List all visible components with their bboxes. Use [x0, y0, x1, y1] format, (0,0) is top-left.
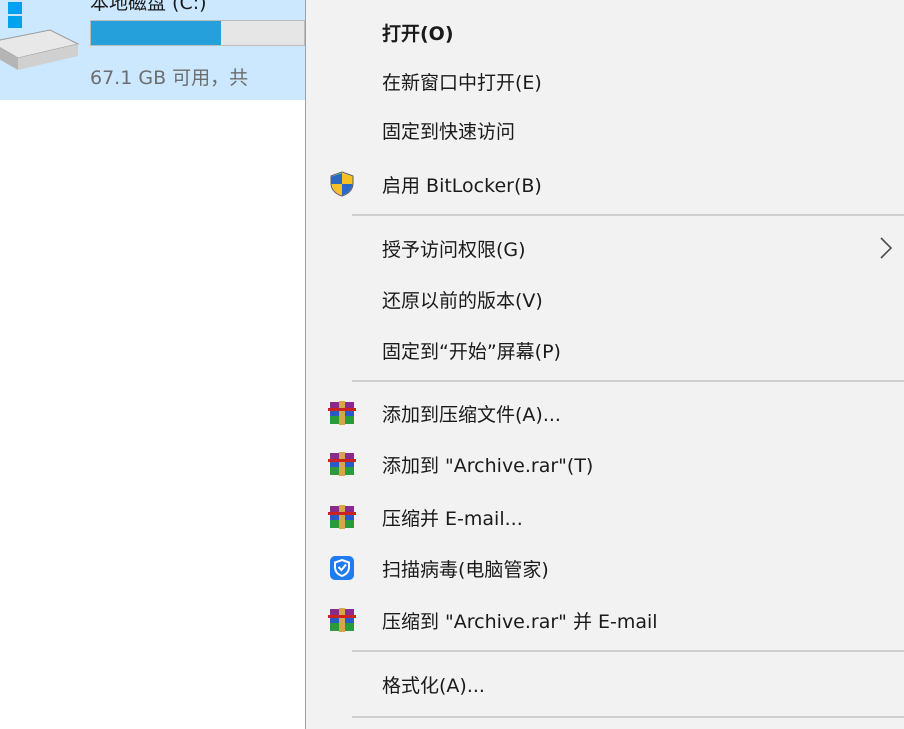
menu-item-label: 固定到快速访问 — [382, 120, 516, 143]
menu-item-label: 格式化(A)... — [382, 674, 485, 697]
drive-usage-fill — [91, 21, 221, 45]
chevron-right-icon — [880, 237, 893, 259]
winrar-icon — [328, 452, 356, 476]
menu-item-label: 添加到 "Archive.rar"(T) — [382, 454, 594, 477]
menu-item-label: 启用 BitLocker(B) — [382, 174, 542, 197]
menu-item-bitlocker[interactable]: 启用 BitLocker(B) — [306, 160, 904, 208]
context-menu: 打开(O) 在新窗口中打开(E) 固定到快速访问 启用 BitLocker(B)… — [305, 0, 904, 729]
menu-separator — [352, 716, 904, 718]
menu-item-pin-start[interactable]: 固定到“开始”屏幕(P) — [306, 326, 904, 374]
drive-name: 本地磁盘 (C:) — [90, 0, 207, 14]
menu-item-restore-previous[interactable]: 还原以前的版本(V) — [306, 275, 904, 323]
drive-usage-bar — [90, 20, 305, 46]
shield-icon — [330, 171, 354, 197]
menu-item-compress-email[interactable]: 压缩并 E-mail... — [306, 493, 904, 541]
winrar-icon — [328, 608, 356, 632]
menu-separator — [352, 380, 904, 382]
menu-item-pin-quick-access[interactable]: 固定到快速访问 — [306, 106, 904, 154]
menu-item-add-to-archive[interactable]: 添加到压缩文件(A)... — [306, 389, 904, 437]
menu-item-label: 压缩到 "Archive.rar" 并 E-mail — [382, 610, 658, 633]
menu-item-label: 添加到压缩文件(A)... — [382, 403, 561, 426]
pc-manager-shield-icon — [330, 556, 354, 580]
menu-item-label: 固定到“开始”屏幕(P) — [382, 340, 561, 363]
menu-separator — [352, 650, 904, 652]
menu-item-compress-rar-email[interactable]: 压缩到 "Archive.rar" 并 E-mail — [306, 596, 904, 644]
menu-item-scan-virus[interactable]: 扫描病毒(电脑管家) — [306, 544, 904, 592]
winrar-icon — [328, 505, 356, 529]
menu-item-open-new-window[interactable]: 在新窗口中打开(E) — [306, 57, 904, 105]
menu-item-label: 授予访问权限(G) — [382, 238, 526, 261]
menu-item-label: 还原以前的版本(V) — [382, 289, 543, 312]
winrar-icon — [328, 401, 356, 425]
drive-free-space: 67.1 GB 可用，共 — [90, 67, 249, 89]
menu-item-format[interactable]: 格式化(A)... — [306, 660, 904, 708]
menu-item-add-to-archive-rar[interactable]: 添加到 "Archive.rar"(T) — [306, 440, 904, 488]
menu-item-label: 打开(O) — [382, 22, 454, 45]
hard-drive-icon — [0, 2, 80, 70]
menu-item-label: 压缩并 E-mail... — [382, 507, 523, 530]
menu-item-open[interactable]: 打开(O) — [306, 8, 904, 56]
menu-separator — [352, 214, 904, 216]
menu-item-give-access[interactable]: 授予访问权限(G) — [306, 224, 904, 272]
menu-item-label: 扫描病毒(电脑管家) — [382, 558, 549, 581]
drive-tile-c[interactable]: 本地磁盘 (C:) 67.1 GB 可用，共 — [0, 0, 305, 100]
menu-item-label: 在新窗口中打开(E) — [382, 71, 542, 94]
